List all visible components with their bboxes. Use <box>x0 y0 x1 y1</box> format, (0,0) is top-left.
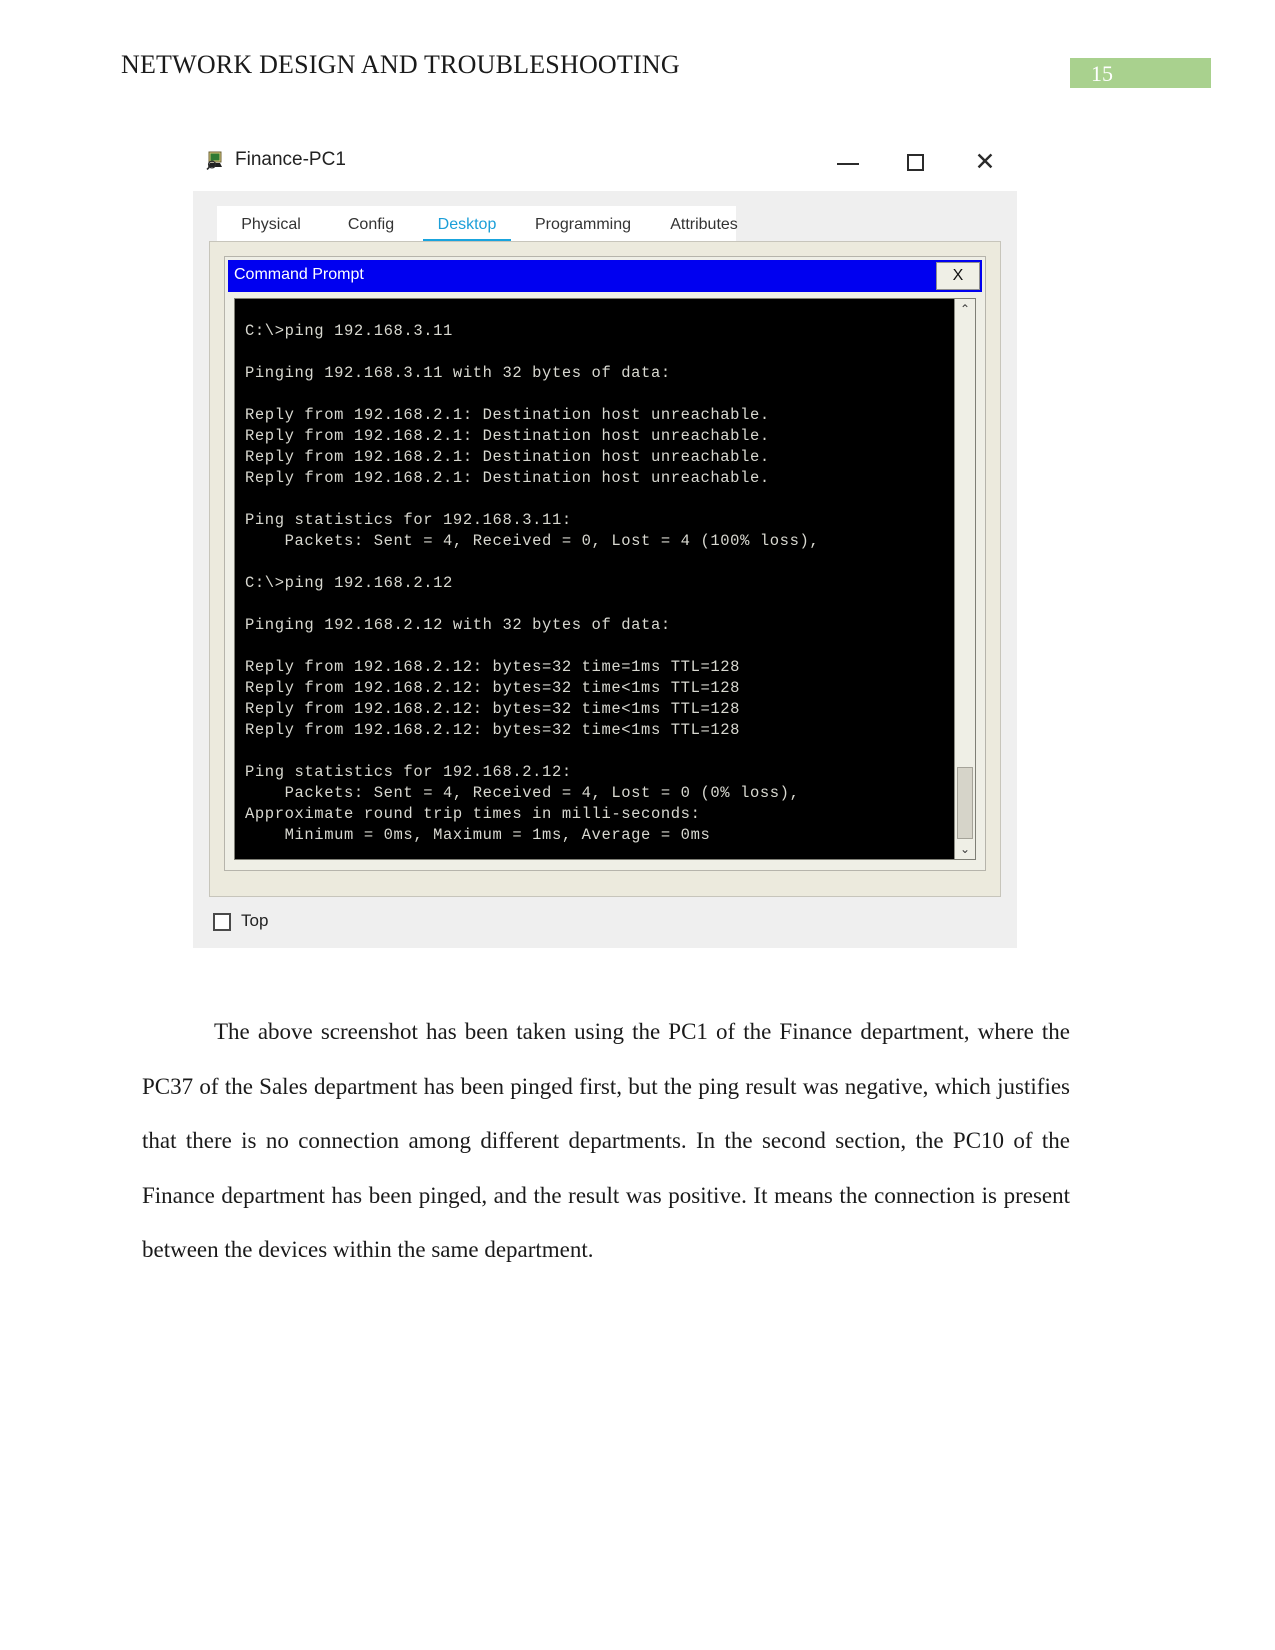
command-prompt-title: Command Prompt <box>234 266 364 283</box>
minimize-icon <box>837 163 859 165</box>
close-button[interactable]: ✕ <box>962 148 1008 176</box>
terminal-scrollbar[interactable]: ⌃ ⌄ <box>954 299 975 859</box>
window-body: Physical Config Desktop Programming Attr… <box>193 191 1017 948</box>
scroll-down-arrow-icon[interactable]: ⌄ <box>955 839 975 859</box>
scroll-up-arrow-icon[interactable]: ⌃ <box>955 299 975 319</box>
minimize-button[interactable] <box>826 148 872 176</box>
command-prompt-window: Command Prompt X C:\>ping 192.168.3.11 P… <box>224 256 986 871</box>
top-checkbox[interactable] <box>213 913 231 931</box>
page-title: NETWORK DESIGN AND TROUBLESHOOTING <box>121 50 680 79</box>
window-title: Finance-PC1 <box>235 149 346 170</box>
tab-strip: Physical Config Desktop Programming Attr… <box>217 206 738 243</box>
maximize-button[interactable] <box>894 148 940 176</box>
desktop-panel: Command Prompt X C:\>ping 192.168.3.11 P… <box>209 241 1001 897</box>
tab-desktop[interactable]: Desktop <box>417 206 517 243</box>
top-checkbox-label: Top <box>241 911 269 930</box>
tab-physical[interactable]: Physical <box>217 206 325 243</box>
scrollbar-thumb[interactable] <box>957 767 973 839</box>
command-prompt-titlebar: Command Prompt X <box>228 260 982 292</box>
top-checkbox-row[interactable]: Top <box>209 909 409 939</box>
terminal-output-area[interactable]: C:\>ping 192.168.3.11 Pinging 192.168.3.… <box>234 298 976 860</box>
maximize-icon <box>907 154 924 171</box>
page-number: 15 <box>1091 61 1113 86</box>
page-header: NETWORK DESIGN AND TROUBLESHOOTING 15 <box>0 50 1275 94</box>
packet-tracer-pc-icon <box>206 150 226 171</box>
tab-config[interactable]: Config <box>325 206 417 243</box>
close-icon: ✕ <box>974 148 996 176</box>
tab-desktop-label: Desktop <box>437 216 497 233</box>
packet-tracer-device-window: Finance-PC1 ✕ Physical Config Desktop Pr… <box>193 136 1017 948</box>
command-prompt-close-button[interactable]: X <box>936 262 980 290</box>
tab-attributes[interactable]: Attributes <box>649 206 759 243</box>
terminal-text: C:\>ping 192.168.3.11 Pinging 192.168.3.… <box>245 321 820 844</box>
tab-programming[interactable]: Programming <box>517 206 649 243</box>
body-paragraph: The above screenshot has been taken usin… <box>142 1019 1070 1262</box>
window-titlebar: Finance-PC1 ✕ <box>193 136 1017 191</box>
